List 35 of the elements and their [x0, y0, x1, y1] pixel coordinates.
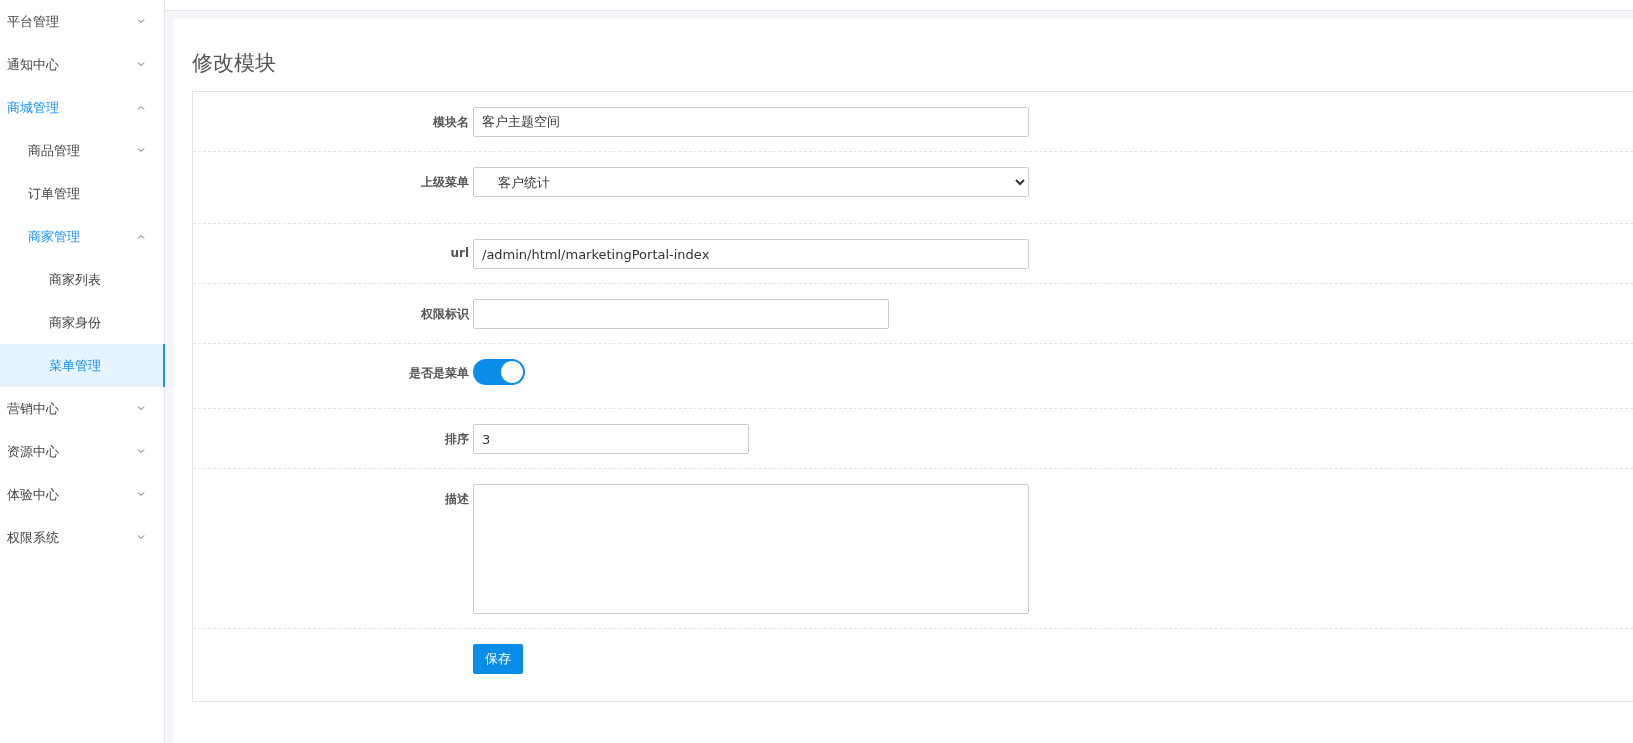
field-label: 排序 — [444, 431, 470, 448]
field-label: 上级菜单 — [420, 174, 470, 191]
text-field[interactable] — [473, 299, 889, 329]
text-area[interactable] — [473, 484, 1029, 614]
field-label: 是否是菜单 — [408, 365, 470, 382]
field-label: 描述 — [444, 491, 470, 508]
toggle-switch[interactable] — [473, 359, 525, 385]
sidebar-item[interactable]: 平台管理 — [0, 0, 165, 43]
text-field[interactable]: 客户主题空间 — [473, 107, 1029, 137]
sidebar-item[interactable]: 商家列表 — [0, 258, 165, 301]
field-label: 模块名 — [432, 114, 470, 131]
text-field[interactable]: 3 — [473, 424, 749, 454]
page-title: 修改模块 — [192, 50, 277, 77]
chevron-down-icon — [137, 148, 145, 153]
sidebar-item[interactable]: 通知中心 — [0, 43, 165, 86]
sidebar-item[interactable]: 商品管理 — [0, 129, 165, 172]
chevron-down-icon — [137, 535, 145, 540]
select-field[interactable]: 客户统计 — [473, 167, 1029, 197]
field-label: 权限标识 — [420, 306, 470, 323]
chevron-down-icon — [137, 492, 145, 497]
sidebar-item[interactable]: 商家身份 — [0, 301, 165, 344]
chevron-down-icon — [137, 62, 145, 67]
field-label: url — [449, 245, 470, 260]
chevron-up-icon — [137, 105, 145, 110]
save-button[interactable]: 保存 — [473, 644, 523, 674]
chevron-down-icon — [137, 19, 145, 24]
chevron-up-icon — [137, 234, 145, 239]
chevron-down-icon — [137, 406, 145, 411]
sidebar-item[interactable]: 营销中心 — [0, 387, 165, 430]
sidebar-item[interactable]: 体验中心 — [0, 473, 165, 516]
sidebar-item[interactable]: 资源中心 — [0, 430, 165, 473]
text-field[interactable]: /admin/html/marketingPortal-index — [473, 239, 1029, 269]
sidebar-item[interactable]: 订单管理 — [0, 172, 165, 215]
chevron-down-icon — [137, 449, 145, 454]
sidebar-item[interactable]: 权限系统 — [0, 516, 165, 559]
